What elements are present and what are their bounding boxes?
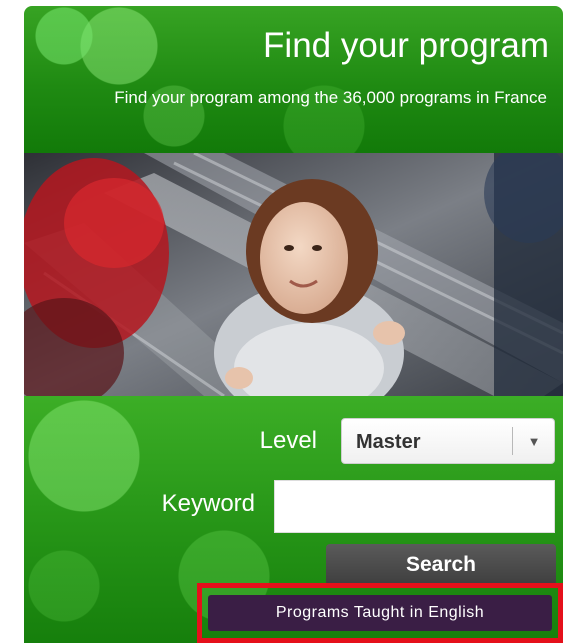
select-divider bbox=[512, 427, 513, 455]
search-button[interactable]: Search bbox=[326, 544, 556, 586]
hero-photo bbox=[24, 153, 563, 396]
chevron-down-icon[interactable]: ▼ bbox=[520, 430, 548, 454]
level-select[interactable]: Master ▼ bbox=[341, 418, 555, 464]
programs-in-english-button[interactable]: Programs Taught in English bbox=[208, 595, 552, 631]
english-programs-highlight: Programs Taught in English bbox=[197, 583, 563, 643]
header-banner: Find your program Find your program amon… bbox=[24, 6, 563, 153]
keyword-label: Keyword bbox=[161, 490, 255, 517]
level-label: Level bbox=[259, 427, 317, 454]
header-subtitle: Find your program among the 36,000 progr… bbox=[114, 88, 547, 107]
header-title: Find your program bbox=[263, 26, 549, 65]
level-select-value: Master bbox=[356, 431, 421, 453]
keyword-input[interactable] bbox=[274, 480, 555, 533]
program-search-widget: Find your program Find your program amon… bbox=[24, 6, 563, 643]
